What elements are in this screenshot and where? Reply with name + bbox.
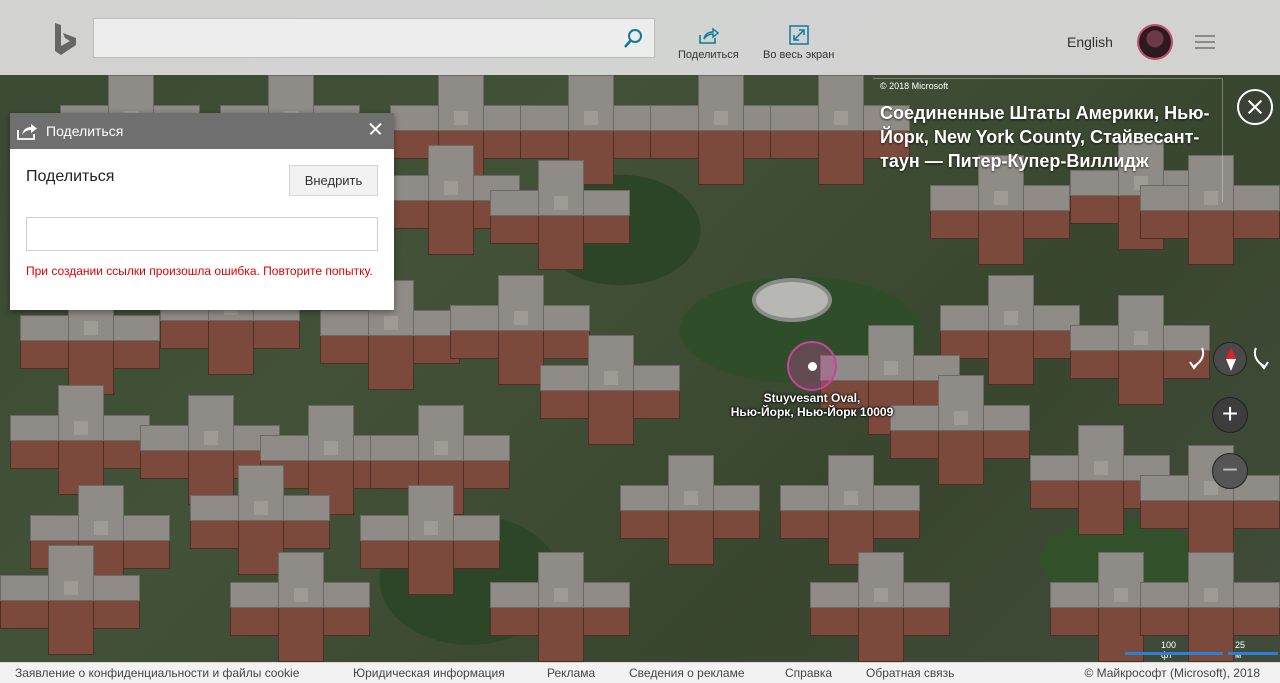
- footer-link-help[interactable]: Справка: [785, 666, 832, 680]
- pin-label-line2: Нью-Йорк, Нью-Йорк 10009: [730, 405, 894, 419]
- share-button-label: Поделиться: [678, 49, 739, 61]
- building: [0, 545, 140, 655]
- pin-label: Stuyvesant Oval, Нью-Йорк, Нью-Йорк 1000…: [712, 391, 912, 419]
- building: [490, 160, 630, 270]
- user-avatar[interactable]: [1139, 26, 1171, 58]
- building: [620, 455, 760, 565]
- zoom-in-button[interactable]: +: [1212, 397, 1248, 433]
- compass-icon[interactable]: [1213, 342, 1247, 376]
- share-error-message: При создании ссылки произошла ошибка. По…: [26, 264, 373, 278]
- fountain: [756, 282, 828, 318]
- share-panel-header: Поделиться: [10, 113, 394, 149]
- rotate-left-icon[interactable]: [1188, 346, 1208, 372]
- search-icon[interactable]: [622, 28, 644, 50]
- fullscreen-icon: [788, 25, 809, 45]
- scale-bar-feet: [1125, 652, 1223, 655]
- search-input[interactable]: [94, 19, 614, 57]
- share-link-field[interactable]: [26, 217, 378, 251]
- search-box: [93, 18, 655, 58]
- share-icon: [699, 27, 720, 44]
- fullscreen-button-label: Во весь экран: [763, 49, 835, 61]
- footer-link-advertising[interactable]: Реклама: [547, 666, 595, 680]
- building: [540, 335, 680, 445]
- footer-copyright: © Майкрософт (Microsoft), 2018: [1084, 666, 1260, 680]
- close-streetside-button[interactable]: [1237, 89, 1273, 125]
- building: [780, 455, 920, 565]
- fullscreen-button[interactable]: Во весь экран: [763, 24, 834, 61]
- scale-bar-meters: [1228, 652, 1278, 655]
- menu-icon[interactable]: [1195, 35, 1215, 49]
- footer-link-feedback[interactable]: Обратная связь: [866, 666, 954, 680]
- language-selector[interactable]: English: [1067, 34, 1113, 50]
- location-title: Соединенные Штаты Америки, Нью-Йорк, New…: [880, 103, 1210, 171]
- building: [810, 552, 950, 662]
- pin-label-line1: Stuyvesant Oval,: [763, 391, 861, 405]
- scale-label-meters: 25 м: [1235, 640, 1246, 660]
- building: [650, 75, 790, 185]
- building: [360, 485, 500, 595]
- embed-button[interactable]: Внедрить: [289, 165, 378, 196]
- footer-link-about-ads[interactable]: Сведения о рекламе: [629, 666, 745, 680]
- close-icon[interactable]: [368, 121, 384, 137]
- share-panel-title: Поделиться: [46, 123, 124, 139]
- building: [230, 552, 370, 662]
- footer-link-legal[interactable]: Юридическая информация: [353, 666, 505, 680]
- share-icon: [17, 124, 37, 140]
- share-panel: Поделиться Поделиться Внедрить При созда…: [10, 113, 394, 310]
- building: [1140, 445, 1280, 555]
- building: [10, 385, 150, 495]
- zoom-out-button[interactable]: −: [1212, 453, 1248, 489]
- location-pin[interactable]: [787, 341, 837, 391]
- bing-logo-icon[interactable]: [50, 22, 82, 58]
- footer: Заявление о конфиденциальности и файлы c…: [0, 662, 1280, 683]
- imagery-copyright: © 2018 Microsoft: [880, 81, 949, 91]
- scale-label-feet: 100 фт: [1161, 640, 1177, 660]
- rotate-right-icon[interactable]: [1250, 346, 1270, 372]
- footer-link-privacy[interactable]: Заявление о конфиденциальности и файлы c…: [15, 666, 299, 680]
- building: [490, 552, 630, 662]
- share-button[interactable]: Поделиться: [678, 24, 739, 61]
- building: [940, 275, 1080, 385]
- top-bar: Поделиться Во весь экран English: [0, 0, 1280, 75]
- share-section-label: Поделиться: [26, 168, 115, 185]
